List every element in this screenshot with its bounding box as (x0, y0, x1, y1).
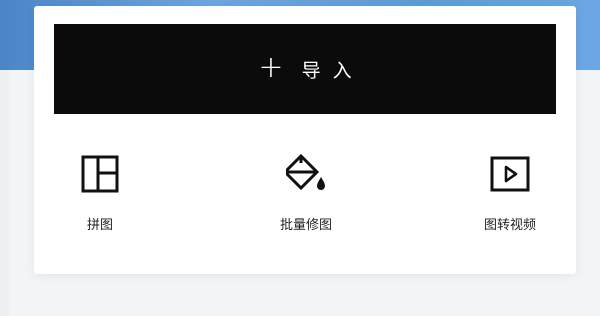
import-button[interactable]: + 导入 (54, 24, 556, 114)
collage-tool[interactable]: 拼图 (50, 154, 150, 246)
action-card: + 导入 拼图 批量修图 图转视频 (34, 6, 576, 274)
paint-bucket-icon (286, 154, 325, 191)
batch-edit-tool[interactable]: 批量修图 (256, 154, 356, 246)
batch-edit-label: 批量修图 (279, 218, 332, 233)
video-tool[interactable]: 图转视频 (460, 154, 560, 246)
collage-label: 拼图 (86, 218, 113, 233)
import-label: 导入 (301, 59, 364, 82)
play-video-icon (490, 156, 530, 192)
collage-layout-icon (81, 155, 119, 193)
plus-icon: + (258, 49, 284, 85)
left-edge-strip (0, 70, 10, 316)
video-label: 图转视频 (483, 218, 536, 233)
